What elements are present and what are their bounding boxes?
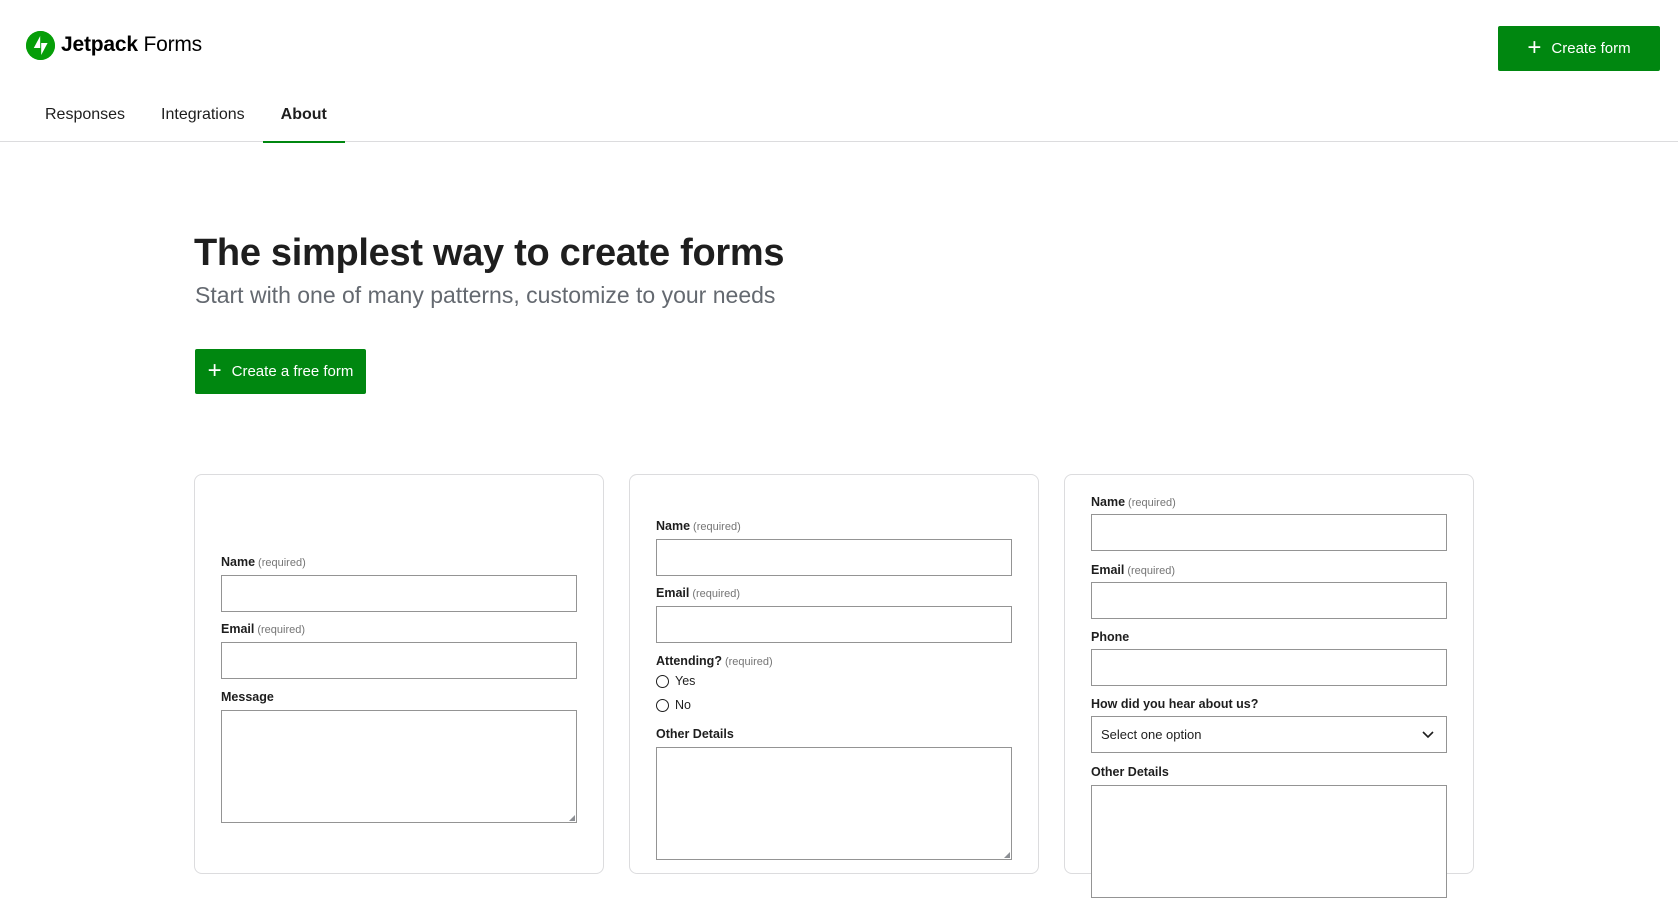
name-field-label: Name (required) bbox=[221, 555, 306, 569]
plus-icon: + bbox=[1527, 33, 1542, 61]
brand: Jetpack Forms bbox=[26, 29, 202, 61]
name-input[interactable] bbox=[656, 539, 1012, 576]
required-note: (required) bbox=[692, 588, 741, 600]
hear-about-field-label: How did you hear about us? bbox=[1091, 697, 1258, 711]
top-bar: Jetpack Forms + Create form Responses In… bbox=[0, 0, 1678, 143]
tab-integrations[interactable]: Integrations bbox=[143, 90, 263, 142]
tab-about[interactable]: About bbox=[262, 90, 346, 143]
attending-field-label: Attending? (required) bbox=[656, 654, 773, 668]
registration-form-pattern-card[interactable]: Name (required) Email (required) Phone How… bbox=[1064, 474, 1474, 898]
required-note: (required) bbox=[724, 656, 773, 668]
create-form-button[interactable]: + Create form bbox=[1498, 26, 1660, 71]
tab-bar: Responses Integrations About bbox=[27, 90, 346, 143]
name-input[interactable] bbox=[1091, 514, 1447, 551]
email-input[interactable] bbox=[656, 606, 1012, 643]
required-note: (required) bbox=[693, 521, 741, 533]
email-field-label: Email (required) bbox=[1091, 563, 1175, 577]
contact-form-pattern-card[interactable]: Name (required) Email (required) Message bbox=[194, 474, 604, 874]
page-title: The simplest way to create forms bbox=[194, 232, 785, 274]
name-label-text: Name bbox=[1091, 495, 1126, 509]
name-field-label: Name (required) bbox=[1091, 495, 1176, 509]
hear-about-select[interactable]: Select one option bbox=[1091, 716, 1447, 753]
plus-icon: + bbox=[207, 356, 222, 384]
radio-option-yes[interactable]: Yes bbox=[656, 674, 695, 688]
create-form-label: Create form bbox=[1551, 40, 1631, 57]
email-field-label: Email (required) bbox=[656, 586, 740, 600]
other-details-textarea[interactable] bbox=[1091, 785, 1447, 898]
email-input[interactable] bbox=[221, 642, 577, 679]
tab-responses[interactable]: Responses bbox=[27, 90, 143, 142]
message-label-text: Message bbox=[221, 690, 274, 704]
radio-label-yes: Yes bbox=[675, 674, 696, 688]
brand-name-light: Forms bbox=[143, 33, 202, 56]
select-value: Select one option bbox=[1101, 727, 1202, 742]
other-details-field-label: Other Details bbox=[1091, 765, 1169, 779]
jetpack-logo-icon bbox=[26, 30, 55, 60]
message-textarea[interactable] bbox=[221, 710, 577, 823]
create-free-form-button[interactable]: + Create a free form bbox=[195, 349, 366, 394]
phone-label-text: Phone bbox=[1091, 630, 1130, 644]
create-free-form-label: Create a free form bbox=[231, 363, 354, 380]
radio-button[interactable] bbox=[656, 698, 669, 712]
attending-label-text: Attending? bbox=[656, 654, 722, 668]
radio-option-no[interactable]: No bbox=[656, 698, 691, 712]
radio-label-no: No bbox=[675, 698, 691, 712]
other-details-label-text: Other Details bbox=[1091, 765, 1169, 779]
rsvp-form-pattern-card[interactable]: Name (required) Email (required) Attending… bbox=[629, 474, 1039, 874]
other-details-field-label: Other Details bbox=[656, 727, 734, 741]
required-note: (required) bbox=[1128, 497, 1176, 509]
chevron-down-icon bbox=[1422, 731, 1434, 739]
email-label-text: Email bbox=[656, 586, 690, 600]
hear-about-label-text: How did you hear about us? bbox=[1091, 697, 1259, 711]
brand-name: Jetpack Forms bbox=[61, 33, 202, 57]
name-input[interactable] bbox=[221, 575, 577, 612]
email-input[interactable] bbox=[1091, 582, 1447, 619]
name-label-text: Name bbox=[656, 519, 691, 533]
brand-name-bold: Jetpack bbox=[61, 33, 138, 56]
name-field-label: Name (required) bbox=[656, 519, 741, 533]
message-field-label: Message bbox=[221, 690, 274, 704]
required-note: (required) bbox=[257, 624, 306, 636]
other-details-label-text: Other Details bbox=[656, 727, 734, 741]
resize-grip-icon[interactable] bbox=[1004, 852, 1010, 858]
email-field-label: Email (required) bbox=[221, 622, 305, 636]
radio-button[interactable] bbox=[656, 674, 669, 688]
other-details-textarea[interactable] bbox=[656, 747, 1012, 860]
email-label-text: Email bbox=[1091, 563, 1125, 577]
phone-input[interactable] bbox=[1091, 649, 1447, 686]
page-subtitle: Start with one of many patterns, customi… bbox=[195, 282, 776, 308]
required-note: (required) bbox=[1127, 565, 1176, 577]
name-label-text: Name bbox=[221, 555, 256, 569]
required-note: (required) bbox=[258, 557, 306, 569]
resize-grip-icon[interactable] bbox=[569, 815, 575, 821]
phone-field-label: Phone bbox=[1091, 630, 1129, 644]
email-label-text: Email bbox=[221, 622, 255, 636]
